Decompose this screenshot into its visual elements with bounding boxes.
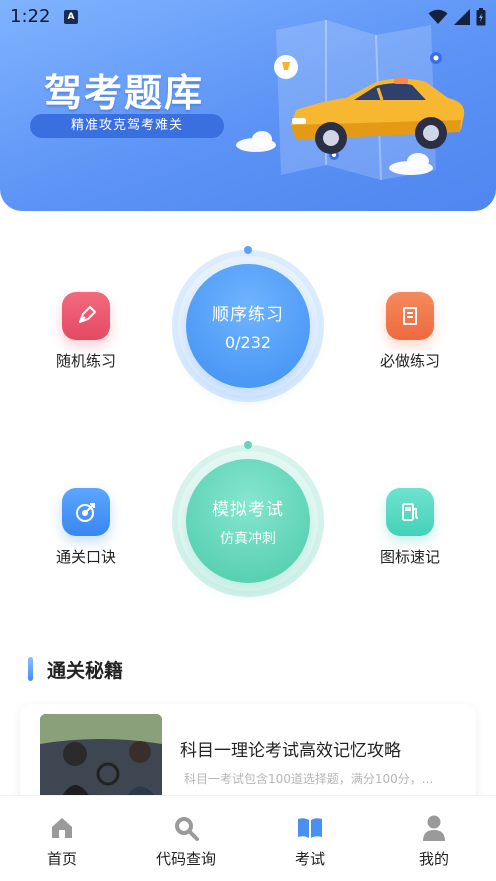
progress-dot	[244, 246, 252, 254]
banner-subtitle: 精准攻克驾考难关	[30, 114, 224, 138]
notification-badge: A	[64, 10, 78, 24]
tab-profile[interactable]: 我的	[372, 796, 496, 881]
car-illustration	[236, 20, 465, 181]
article-summary: 科目一考试包含100道选择题，满分100分，...	[184, 772, 434, 786]
tips-button[interactable]: 通关口诀	[36, 488, 136, 567]
header-banner: 1:22 A 驾考题库 精准攻克驾考难关	[0, 0, 496, 211]
home-icon	[48, 814, 76, 842]
signs-button[interactable]: 图标速记	[360, 488, 460, 567]
tab-profile-label: 我的	[418, 850, 449, 868]
random-practice-button[interactable]: 随机练习	[36, 292, 136, 371]
banner-title: 驾考题库	[44, 71, 205, 115]
tab-home-label: 首页	[46, 850, 77, 868]
article-title: 科目一理论考试高效记忆攻略	[180, 741, 401, 761]
sequential-practice-button[interactable]: 顺序练习 0/232	[172, 246, 324, 402]
pen-icon	[62, 292, 110, 340]
status-time: 1:22	[10, 6, 51, 27]
article-card[interactable]: 科目一理论考试高效记忆攻略 科目一考试包含100道选择题，满分100分，...	[20, 704, 476, 804]
tab-code-lookup[interactable]: 代码查询	[124, 796, 248, 881]
sequential-practice-title: 顺序练习	[212, 305, 284, 325]
mock-exam-subtitle: 仿真冲刺	[220, 530, 276, 547]
section-header: 通关秘籍	[28, 656, 123, 682]
book-icon	[296, 814, 324, 842]
must-do-practice-label: 必做练习	[379, 352, 440, 370]
target-icon	[62, 488, 110, 536]
section-title: 通关秘籍	[47, 659, 124, 682]
tab-home[interactable]: 首页	[0, 796, 124, 881]
sequential-progress: 0/232	[224, 333, 272, 352]
user-icon	[420, 814, 448, 842]
section-accent-bar	[28, 657, 33, 681]
bottom-tab-bar: 首页 代码查询 考试 我的	[0, 795, 496, 881]
tab-exam[interactable]: 考试	[248, 796, 372, 881]
fuel-icon	[386, 488, 434, 536]
must-do-practice-button[interactable]: 必做练习	[360, 292, 460, 371]
tab-exam-label: 考试	[294, 850, 325, 868]
tab-code-lookup-label: 代码查询	[155, 850, 216, 868]
article-thumbnail	[40, 714, 162, 804]
signs-label: 图标速记	[379, 548, 440, 566]
scroll-icon	[386, 292, 434, 340]
mock-exam-title: 模拟考试	[212, 499, 284, 520]
mock-exam-button[interactable]: 模拟考试 仿真冲刺	[172, 441, 324, 597]
mock-exam-dot	[244, 441, 252, 449]
search-icon	[172, 814, 200, 842]
tips-label: 通关口诀	[55, 548, 116, 566]
random-practice-label: 随机练习	[55, 352, 116, 370]
